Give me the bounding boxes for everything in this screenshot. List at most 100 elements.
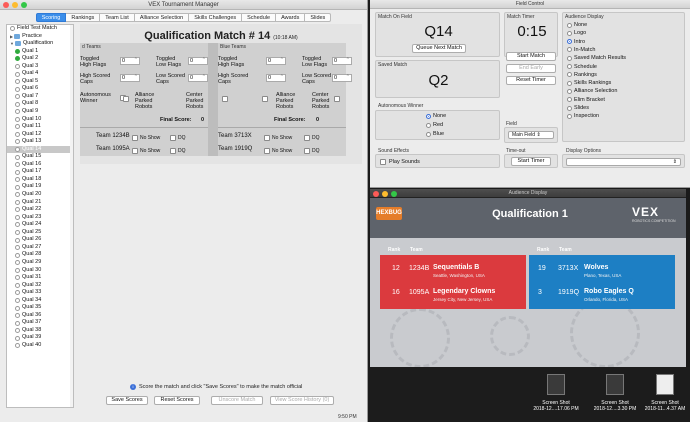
tree-item-qual[interactable]: Qual 30 [7,267,73,275]
disclosure-right-icon[interactable]: ▶ [10,33,13,41]
tree-item-qual[interactable]: Qual 40 [7,342,73,350]
tree-item-qual[interactable]: Qual 19 [7,183,73,191]
blue-toggled-high-input[interactable]: 0 [266,57,286,65]
audience-option-radio[interactable]: Logo [567,30,586,36]
blue-team-2-noshow-checkbox[interactable] [264,148,270,154]
zoom-button[interactable] [21,2,27,8]
tree-item-qual[interactable]: Qual 38 [7,327,73,335]
red-team-1-noshow-checkbox[interactable] [132,135,138,141]
reset-timer-button[interactable]: Reset Timer [506,76,556,85]
blue-auto-winner-checkbox[interactable] [222,96,228,102]
tree-item-qual[interactable]: Qual 21 [7,199,73,207]
field-select[interactable]: Main Field ⇕ [508,131,554,139]
audience-option-radio[interactable]: Skills Rankings [567,80,611,86]
tree-item-field-test[interactable]: Field Test Match [7,25,73,33]
close-button[interactable] [373,190,379,197]
tree-item-qual[interactable]: Qual 9 [7,108,73,116]
tree-item-qual[interactable]: Qual 29 [7,259,73,267]
tree-item-qual[interactable]: Qual 32 [7,282,73,290]
tab-slides[interactable]: Slides [305,12,332,22]
audience-option-radio[interactable]: Rankings [567,72,597,78]
red-low-caps-input[interactable]: 0 [188,74,208,82]
audience-option-radio[interactable]: Elim Bracket [567,97,605,103]
tree-item-qual[interactable]: Qual 1 [7,48,73,56]
tree-item-qual[interactable]: Qual 34 [7,297,73,305]
audience-option-radio[interactable]: Alliance Selection [567,88,617,94]
tree-item-qual[interactable]: Qual 12 [7,131,73,139]
tree-item-qual[interactable]: Qual 4 [7,70,73,78]
tree-item-qual[interactable]: Qual 3 [7,63,73,71]
desktop-file-label[interactable]: Screen Shot 2018-11...4.37 AM [641,400,689,412]
tree-item-qual[interactable]: Qual 18 [7,176,73,184]
tree-item-qualification[interactable]: ▼ Qualification [7,40,73,48]
tree-item-qual[interactable]: Qual 16 [7,161,73,169]
tree-item-qual[interactable]: Qual 27 [7,244,73,252]
display-options-select[interactable]: ⇕ [566,158,681,166]
save-scores-button[interactable]: Save Scores [106,396,148,405]
desktop-file-label[interactable]: Screen Shot 2018-12....3.30 PM [591,400,639,412]
screenshot-file-icon[interactable] [547,374,565,395]
tab-skills-challenges[interactable]: Skills Challenges [189,12,243,22]
tree-item-qual[interactable]: Qual 28 [7,251,73,259]
zoom-button[interactable] [391,190,397,197]
minimize-button[interactable] [12,2,18,8]
tab-schedule[interactable]: Schedule [242,12,277,22]
tree-item-qual[interactable]: Qual 39 [7,334,73,342]
audience-option-radio[interactable]: Saved Match Results [567,55,626,61]
audience-option-radio[interactable]: Intro [567,39,585,45]
tree-item-qual[interactable]: Qual 25 [7,229,73,237]
view-score-history-button[interactable]: View Score History (0) [270,396,334,405]
audience-option-radio[interactable]: In-Match [567,47,595,53]
tree-item-qual[interactable]: Qual 10 [7,116,73,124]
audience-option-radio[interactable]: Slides [567,105,589,111]
tree-item-qual[interactable]: Qual 5 [7,78,73,86]
auto-red-radio[interactable]: Red [426,122,443,128]
tree-item-qual[interactable]: Qual 17 [7,168,73,176]
red-high-caps-input[interactable]: 0 [120,74,140,82]
screenshot-file-icon[interactable] [606,374,624,395]
blue-toggled-low-input[interactable]: 0 [332,57,352,65]
start-timer-button[interactable]: Start Timer [511,157,551,166]
tree-scrollbar[interactable] [70,25,73,407]
tab-alliance-selection[interactable]: Alliance Selection [134,12,190,22]
tab-rankings[interactable]: Rankings [66,12,101,22]
tree-item-qual[interactable]: Qual 6 [7,85,73,93]
red-toggled-high-input[interactable]: 0 [120,57,140,65]
tree-item-qual[interactable]: Qual 8 [7,100,73,108]
tree-item-qual[interactable]: Qual 13 [7,138,73,146]
tree-item-qual[interactable]: Qual 20 [7,191,73,199]
auto-none-radio[interactable]: None [426,113,446,119]
red-team-1-dq-checkbox[interactable] [170,135,176,141]
red-toggled-low-input[interactable]: 0 [188,57,208,65]
tree-item-qual[interactable]: Qual 36 [7,312,73,320]
blue-center-parked-checkbox[interactable] [334,96,340,102]
red-team-2-dq-checkbox[interactable] [170,148,176,154]
tree-item-qual[interactable]: Qual 33 [7,289,73,297]
reset-scores-button[interactable]: Reset Scores [154,396,200,405]
play-sounds-checkbox[interactable] [380,159,386,165]
tree-item-qual[interactable]: Qual 7 [7,93,73,101]
red-alliance-parked-checkbox[interactable] [123,96,129,102]
red-team-2-noshow-checkbox[interactable] [132,148,138,154]
blue-team-1-dq-checkbox[interactable] [304,135,310,141]
match-tree[interactable]: Field Test Match ▶ Practice ▼ Qualificat… [6,24,74,408]
close-button[interactable] [3,2,9,8]
blue-team-1-noshow-checkbox[interactable] [264,135,270,141]
start-match-button[interactable]: Start Match [506,52,556,61]
tree-item-qual[interactable]: Qual 15 [7,153,73,161]
blue-low-caps-input[interactable]: 0 [332,74,352,82]
blue-high-caps-input[interactable]: 0 [266,74,286,82]
blue-alliance-parked-checkbox[interactable] [262,96,268,102]
tree-item-qual[interactable]: Qual 22 [7,206,73,214]
blue-team-2-dq-checkbox[interactable] [304,148,310,154]
audience-option-radio[interactable]: None [567,22,587,28]
queue-next-match-button[interactable]: Queue Next Match [412,44,466,53]
tab-team-list[interactable]: Team List [100,12,135,22]
tree-item-qual[interactable]: Qual 37 [7,319,73,327]
desktop-file-label[interactable]: Screen Shot 2018-12....17.06 PM [532,400,580,412]
tab-awards[interactable]: Awards [276,12,306,22]
tree-item-qual[interactable]: Qual 26 [7,236,73,244]
auto-blue-radio[interactable]: Blue [426,131,444,137]
tree-item-practice[interactable]: ▶ Practice [7,33,73,41]
tree-item-qual[interactable]: Qual 31 [7,274,73,282]
